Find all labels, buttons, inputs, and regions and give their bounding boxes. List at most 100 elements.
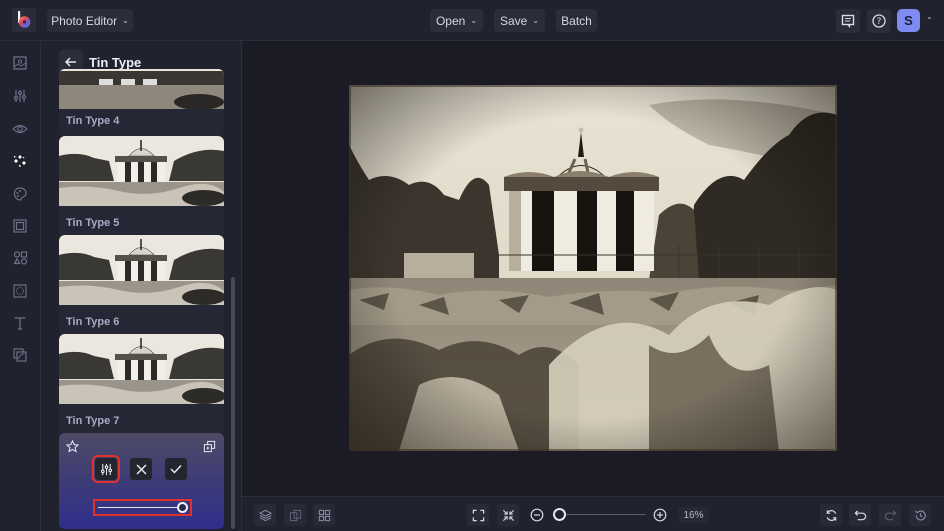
expand-icon — [472, 509, 484, 521]
zoom-slider-track[interactable] — [560, 514, 646, 515]
effect-card-tin-type-7[interactable]: Tin Type 7 — [59, 334, 224, 436]
zoom-in-button[interactable] — [653, 508, 667, 527]
effect-card-tin-type-5[interactable]: Tin Type 5 — [59, 136, 224, 238]
photo-canvas[interactable] — [349, 85, 837, 451]
grid-icon — [318, 509, 330, 521]
layers-button[interactable] — [254, 504, 276, 526]
compare-icon — [289, 509, 301, 521]
sidebar-item-text[interactable] — [10, 313, 30, 333]
sidebar-item-layers[interactable] — [10, 345, 30, 365]
feedback-icon — [841, 14, 855, 28]
help-icon: ? — [872, 14, 886, 28]
grid-view-button[interactable] — [313, 504, 335, 526]
effect-card-tin-type-6[interactable]: Tin Type 6 — [59, 235, 224, 337]
panel-scrollbar[interactable] — [231, 277, 235, 529]
svg-text:?: ? — [877, 17, 882, 27]
app-menu-button[interactable]: Photo Editor ⌄ — [47, 9, 133, 32]
reset-button[interactable] — [820, 504, 842, 526]
sidebar-item-image[interactable] — [10, 53, 30, 73]
chevron-down-icon: ⌄ — [470, 16, 478, 25]
batch-label: Batch — [561, 13, 592, 28]
sidebar-item-preview[interactable] — [10, 119, 30, 139]
sidebar-item-graphics[interactable] — [10, 248, 30, 268]
zoom-slider-handle[interactable] — [553, 508, 566, 521]
intensity-slider[interactable] — [93, 499, 192, 516]
zoom-level-field[interactable]: 16% — [678, 507, 709, 523]
effect-thumbnail — [59, 69, 224, 109]
history-icon — [914, 509, 926, 520]
bottom-toolbar: 16% — [242, 496, 944, 531]
effect-label: Tin Type 5 — [66, 217, 120, 229]
star-icon — [65, 439, 80, 453]
refresh-icon — [826, 509, 836, 521]
actual-size-button[interactable] — [497, 504, 519, 526]
history-button[interactable] — [909, 504, 931, 526]
open-button[interactable]: Open ⌄ — [430, 9, 483, 32]
cancel-button[interactable] — [130, 458, 152, 480]
plus-circle-icon — [653, 508, 667, 522]
feedback-button[interactable] — [836, 9, 860, 33]
eye-icon — [12, 124, 28, 134]
favorite-button[interactable] — [65, 439, 80, 458]
minus-circle-icon — [530, 508, 544, 522]
effects-panel: Tin Type Tin Type 4 Tin Type 5 Tin Type … — [41, 41, 242, 531]
text-icon — [14, 317, 26, 330]
sliders-icon — [13, 90, 27, 102]
redo-button[interactable] — [879, 504, 901, 526]
compare-button[interactable] — [284, 504, 306, 526]
sidebar-item-adjustments[interactable] — [10, 86, 30, 106]
zoom-out-button[interactable] — [530, 508, 544, 527]
tool-sidebar — [0, 41, 41, 531]
redo-icon — [884, 509, 896, 520]
texture-icon — [13, 284, 27, 298]
effect-settings-button[interactable] — [92, 455, 120, 483]
avatar-initial: S — [904, 13, 913, 28]
active-effect-controls — [59, 433, 224, 529]
frame-icon — [13, 219, 27, 233]
effect-label: Tin Type 4 — [66, 115, 120, 127]
effect-label: Tin Type 6 — [66, 316, 120, 328]
fit-to-screen-button[interactable] — [467, 504, 489, 526]
sidebar-item-effects[interactable] — [10, 151, 30, 171]
arrow-left-icon — [65, 57, 76, 67]
duplicate-icon — [203, 440, 216, 453]
canvas-area — [242, 41, 944, 496]
duplicate-button[interactable] — [203, 440, 216, 458]
open-label: Open — [435, 13, 466, 28]
sidebar-item-artsy[interactable] — [10, 184, 30, 204]
shrink-icon — [502, 509, 514, 521]
close-icon — [136, 464, 146, 474]
layers-icon — [13, 348, 27, 362]
effect-card-tin-type-4[interactable]: Tin Type 4 — [59, 69, 224, 136]
logo-icon[interactable] — [12, 8, 36, 32]
layers-stack-icon — [258, 509, 272, 521]
sliders-icon — [100, 463, 112, 475]
top-bar: Photo Editor ⌄ Open ⌄ Save ⌄ Batch ? S ⌄ — [0, 0, 944, 41]
avatar[interactable]: S — [897, 9, 920, 32]
apply-button[interactable] — [165, 458, 187, 480]
shapes-icon — [13, 251, 28, 265]
effect-label: Tin Type 7 — [66, 415, 120, 427]
sparkles-icon — [14, 155, 26, 167]
effect-thumbnail — [59, 235, 224, 305]
zoom-level-value: 16% — [683, 509, 704, 521]
effect-thumbnail — [59, 334, 224, 404]
sidebar-item-overlays[interactable] — [10, 281, 30, 301]
app-menu-label: Photo Editor — [51, 13, 118, 28]
chevron-down-icon: ⌄ — [122, 16, 129, 25]
help-button[interactable]: ? — [867, 9, 891, 33]
undo-icon — [854, 509, 866, 520]
chevron-down-icon[interactable]: ⌄ — [926, 12, 933, 21]
panel-title: Tin Type — [89, 55, 142, 70]
save-label: Save — [499, 13, 528, 28]
sidebar-item-frames[interactable] — [10, 216, 30, 236]
save-button[interactable]: Save ⌄ — [494, 9, 545, 32]
chevron-down-icon: ⌄ — [532, 16, 540, 25]
checkmark-icon — [170, 465, 182, 474]
batch-button[interactable]: Batch — [556, 9, 597, 32]
slider-handle[interactable] — [177, 502, 188, 513]
image-icon — [13, 56, 27, 70]
slider-track — [98, 507, 182, 508]
undo-button[interactable] — [849, 504, 871, 526]
palette-icon — [13, 187, 27, 201]
